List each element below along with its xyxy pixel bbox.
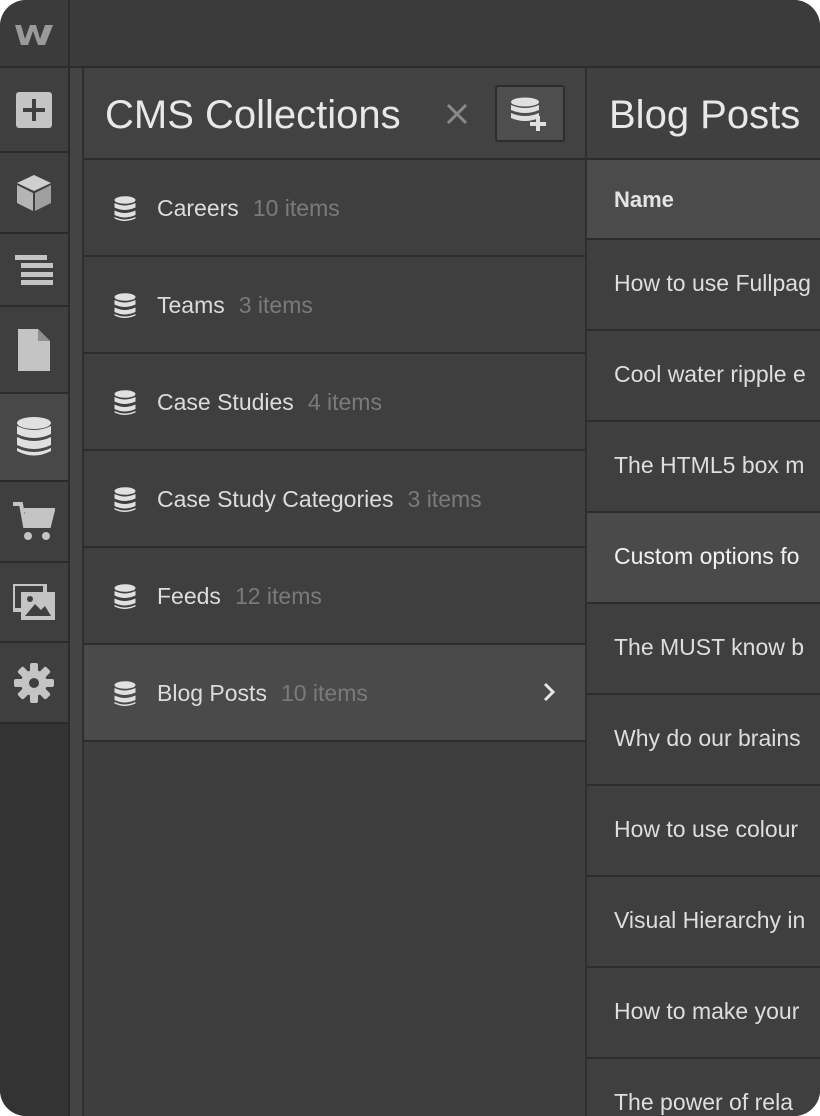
add-icon bbox=[16, 91, 52, 128]
collection-item-case-studies[interactable]: Case Studies 4 items bbox=[84, 354, 585, 451]
collection-item-teams[interactable]: Teams 3 items bbox=[84, 257, 585, 354]
table-row[interactable]: Visual Hierarchy in bbox=[587, 877, 820, 968]
collection-count: 3 items bbox=[238, 292, 313, 318]
database-icon bbox=[17, 417, 51, 456]
collection-item-blog-posts[interactable]: Blog Posts 10 items bbox=[84, 645, 585, 742]
post-name: The HTML5 box m bbox=[614, 452, 805, 478]
name-column-header[interactable]: Name bbox=[587, 160, 820, 240]
panel-title: CMS Collections bbox=[105, 93, 401, 137]
post-name: Custom options fo bbox=[614, 543, 800, 569]
blog-posts-panel: Blog Posts Name How to use Fullpag Cool … bbox=[587, 68, 820, 1116]
table-row[interactable]: How to use Fullpag bbox=[587, 240, 820, 331]
top-bar bbox=[0, 0, 820, 68]
collection-item-case-study-categories[interactable]: Case Study Categories 3 items bbox=[84, 451, 585, 548]
cart-icon bbox=[13, 501, 55, 540]
post-name: How to use Fullpag bbox=[614, 270, 811, 296]
database-icon bbox=[114, 584, 136, 609]
webflow-logo[interactable] bbox=[0, 0, 70, 68]
cms-button[interactable] bbox=[0, 394, 68, 482]
collections-panel-header: CMS Collections bbox=[84, 68, 585, 160]
table-row[interactable]: Custom options fo bbox=[587, 513, 820, 604]
symbols-button[interactable] bbox=[0, 153, 68, 234]
ecommerce-button[interactable] bbox=[0, 482, 68, 563]
pages-button[interactable] bbox=[0, 307, 68, 394]
left-toolbar bbox=[0, 68, 70, 1116]
assets-icon bbox=[13, 584, 55, 620]
collection-count: 4 items bbox=[307, 389, 382, 415]
post-name: How to use colour bbox=[614, 816, 799, 842]
post-name: The power of rela bbox=[614, 1089, 793, 1115]
table-row[interactable]: The MUST know b bbox=[587, 604, 820, 695]
collection-count: 10 items bbox=[252, 195, 340, 221]
collection-item-careers[interactable]: Careers 10 items bbox=[84, 160, 585, 257]
post-name: Why do our brains bbox=[614, 725, 801, 751]
collection-count: 10 items bbox=[280, 680, 368, 706]
post-name: The MUST know b bbox=[614, 634, 805, 660]
database-icon bbox=[114, 196, 136, 221]
settings-button[interactable] bbox=[0, 643, 68, 724]
database-icon bbox=[114, 487, 136, 512]
collection-name: Feeds bbox=[157, 583, 221, 609]
close-icon bbox=[446, 103, 468, 125]
add-database-icon bbox=[511, 97, 546, 131]
collection-name: Teams bbox=[157, 292, 225, 318]
collection-name: Careers bbox=[157, 195, 239, 221]
gear-icon bbox=[14, 662, 54, 703]
column-header-label: Name bbox=[614, 187, 674, 212]
add-elements-button[interactable] bbox=[0, 68, 68, 153]
cms-collections-panel: CMS Collections Careers 10 items Teams 3… bbox=[84, 68, 587, 1116]
post-name: How to make your bbox=[614, 998, 800, 1024]
pages-icon bbox=[18, 328, 50, 371]
webflow-logo-icon bbox=[15, 25, 53, 45]
collection-count: 3 items bbox=[407, 486, 482, 512]
collection-count: 12 items bbox=[234, 583, 322, 609]
collection-title: Blog Posts bbox=[609, 93, 801, 137]
webflow-designer-window: CMS Collections Careers 10 items Teams 3… bbox=[0, 0, 820, 1116]
table-row[interactable]: Why do our brains bbox=[587, 695, 820, 786]
chevron-right-icon bbox=[543, 682, 556, 702]
table-row[interactable]: How to make your bbox=[587, 968, 820, 1059]
collection-name: Blog Posts bbox=[157, 680, 267, 706]
box-icon bbox=[17, 174, 51, 211]
table-row[interactable]: The HTML5 box m bbox=[587, 422, 820, 513]
assets-button[interactable] bbox=[0, 563, 68, 643]
table-row[interactable]: Cool water ripple e bbox=[587, 331, 820, 422]
panel-gutter bbox=[70, 68, 84, 1116]
collection-name: Case Study Categories bbox=[157, 486, 394, 512]
post-name: Cool water ripple e bbox=[614, 361, 806, 387]
database-icon bbox=[114, 293, 136, 318]
database-icon bbox=[114, 390, 136, 415]
database-icon bbox=[114, 681, 136, 706]
table-row[interactable]: The power of rela bbox=[587, 1059, 820, 1116]
blog-posts-header: Blog Posts bbox=[587, 68, 820, 160]
collection-item-feeds[interactable]: Feeds 12 items bbox=[84, 548, 585, 645]
navigator-icon bbox=[15, 254, 53, 285]
add-collection-button[interactable] bbox=[495, 85, 565, 142]
post-name: Visual Hierarchy in bbox=[614, 907, 806, 933]
close-panel-button[interactable] bbox=[442, 96, 472, 132]
table-row[interactable]: How to use colour bbox=[587, 786, 820, 877]
collection-name: Case Studies bbox=[157, 389, 294, 415]
navigator-button[interactable] bbox=[0, 234, 68, 307]
